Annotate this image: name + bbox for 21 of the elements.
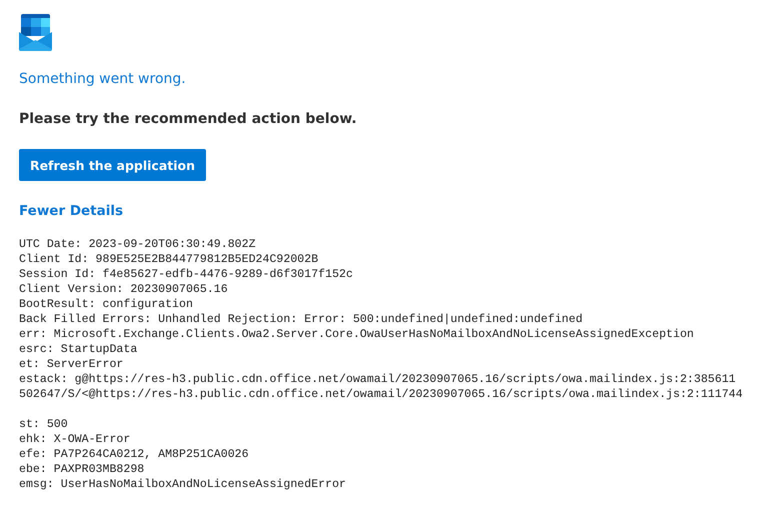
detail-line: Session Id: f4e85627-edfb-4476-9289-d6f3017f152c bbox=[19, 267, 354, 282]
detail-line: Client Version: 20230907065.16 bbox=[19, 282, 229, 297]
detail-line: Back Filled Errors: Unhandled Rejection: Error: 500:undefined|undefined:undefined bbox=[19, 312, 584, 327]
envelope-icon bbox=[19, 14, 52, 51]
error-title: Something went wrong. bbox=[19, 70, 186, 89]
detail-line: et: ServerError bbox=[19, 357, 124, 372]
detail-line: efe: PA7P264CA0212, AM8P251CA0026 bbox=[19, 447, 250, 462]
detail-line: ebe: PAXPR03MB8298 bbox=[19, 462, 146, 477]
detail-line: UTC Date: 2023-09-20T06:30:49.802Z bbox=[19, 237, 257, 252]
detail-line: BootResult: configuration bbox=[19, 297, 194, 312]
detail-line: esrc: StartupData bbox=[19, 342, 138, 357]
instruction-text: Please try the recommended action below. bbox=[19, 110, 357, 129]
detail-line: st: 500 bbox=[19, 417, 69, 432]
detail-line: Client Id: 989E525E2B844779812B5ED24C92002B bbox=[19, 252, 320, 267]
detail-line: err: Microsoft.Exchange.Clients.Owa2.Server.Core.OwaUserHasNoMailboxAndNoLicenseAssignedException bbox=[19, 327, 695, 342]
detail-line: estack: g@https://res-h3.public.cdn.office.net/owamail/20230907065.16/scripts/owa.mailindex.js:2:385611 bbox=[19, 372, 737, 387]
detail-line: ehk: X-OWA-Error bbox=[19, 432, 132, 447]
details-toggle-link[interactable]: Fewer Details bbox=[19, 201, 124, 221]
refresh-button[interactable]: Refresh the application bbox=[19, 149, 206, 181]
detail-line: emsg: UserHasNoMailboxAndNoLicenseAssignedError bbox=[19, 477, 347, 492]
detail-line: 502647/S/<@https://res-h3.public.cdn.office.net/owamail/20230907065.16/scripts/owa.mailindex.js:2:111744 bbox=[19, 387, 743, 402]
